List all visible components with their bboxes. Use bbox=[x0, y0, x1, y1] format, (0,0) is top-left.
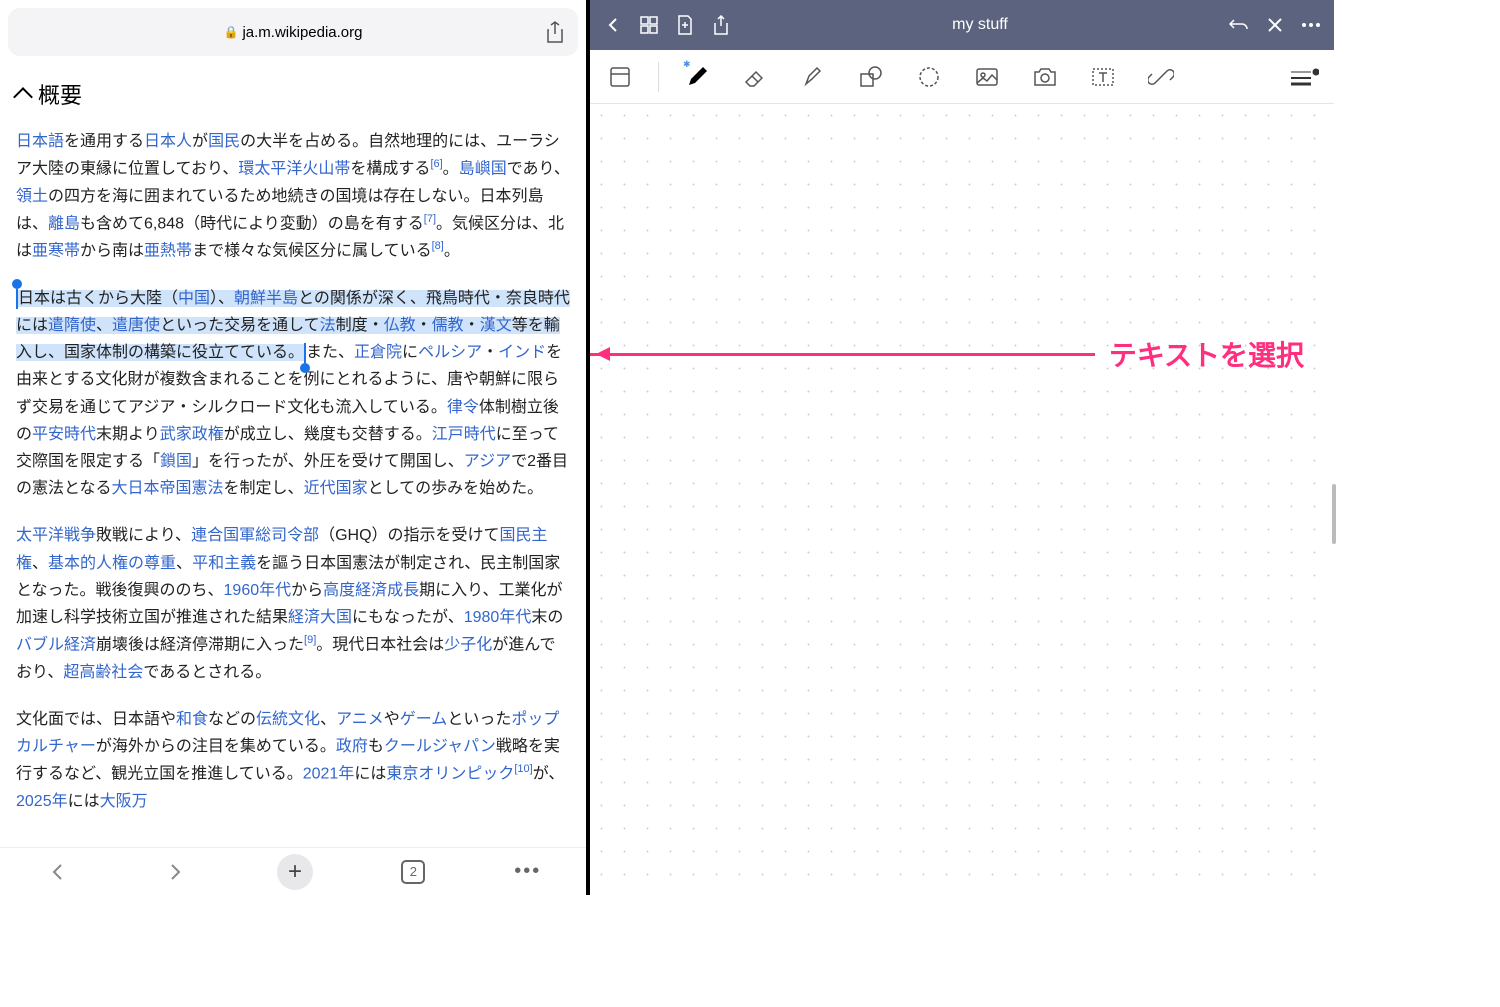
note-canvas[interactable]: テキストを選択 bbox=[590, 104, 1334, 895]
paragraph-3[interactable]: 太平洋戦争敗戦により、連合国軍総司令部（GHQ）の指示を受けて国民主権、基本的人… bbox=[16, 522, 570, 685]
safari-pane: 🔒 ja.m.wikipedia.org 概要 日本語を通用する日本人が国民の大… bbox=[0, 0, 590, 895]
address-bar[interactable]: 🔒 ja.m.wikipedia.org bbox=[8, 8, 578, 56]
eraser-tool[interactable] bbox=[735, 57, 775, 97]
share-icon[interactable] bbox=[546, 21, 564, 43]
document-title: my stuff bbox=[746, 16, 1214, 34]
notes-toolbar: ✱ bbox=[590, 50, 1334, 104]
camera-tool[interactable] bbox=[1025, 57, 1065, 97]
more-icon[interactable] bbox=[1300, 14, 1322, 36]
annotation-overlay: テキストを選択 bbox=[590, 334, 1304, 374]
stroke-settings[interactable] bbox=[1284, 57, 1324, 97]
lock-icon: 🔒 bbox=[223, 25, 238, 39]
arrow-icon bbox=[590, 353, 1095, 356]
paragraph-1[interactable]: 日本語を通用する日本人が国民の大半を占める。自然地理的には、ユーラシア大陸の東縁… bbox=[16, 128, 570, 265]
url-text: ja.m.wikipedia.org bbox=[242, 24, 362, 41]
section-title: 概要 bbox=[38, 78, 82, 110]
more-button[interactable]: ••• bbox=[514, 858, 542, 886]
add-page-icon[interactable] bbox=[674, 14, 696, 36]
selection-handle-start[interactable] bbox=[16, 289, 18, 309]
export-icon[interactable] bbox=[710, 14, 732, 36]
link-tool[interactable] bbox=[1141, 57, 1181, 97]
browser-toolbar: + 2 ••• bbox=[0, 847, 586, 895]
notes-topbar: my stuff bbox=[590, 0, 1334, 50]
section-header[interactable]: 概要 bbox=[16, 78, 570, 110]
forward-button[interactable] bbox=[161, 858, 189, 886]
paragraph-4[interactable]: 文化面では、日本語や和食などの伝統文化、アニメやゲームといったポップカルチャーが… bbox=[16, 706, 570, 815]
grid-icon[interactable] bbox=[638, 14, 660, 36]
readonly-tool[interactable] bbox=[600, 57, 640, 97]
text-tool[interactable] bbox=[1083, 57, 1123, 97]
shape-tool[interactable] bbox=[851, 57, 891, 97]
scrollbar[interactable] bbox=[1332, 484, 1336, 544]
notes-pane: my stuff ✱ テキストを選択 bbox=[590, 0, 1334, 895]
annotation-text: テキストを選択 bbox=[1109, 334, 1304, 374]
undo-icon[interactable] bbox=[1228, 14, 1250, 36]
new-tab-button[interactable]: + bbox=[277, 854, 313, 890]
chevron-up-icon bbox=[13, 87, 33, 107]
image-tool[interactable] bbox=[967, 57, 1007, 97]
article-content[interactable]: 概要 日本語を通用する日本人が国民の大半を占める。自然地理的には、ユーラシア大陸… bbox=[0, 64, 586, 847]
bluetooth-icon: ✱ bbox=[683, 59, 691, 70]
pen-tool[interactable]: ✱ bbox=[677, 57, 717, 97]
close-icon[interactable] bbox=[1264, 14, 1286, 36]
lasso-tool[interactable] bbox=[909, 57, 949, 97]
back-icon[interactable] bbox=[602, 14, 624, 36]
highlighter-tool[interactable] bbox=[793, 57, 833, 97]
paragraph-2[interactable]: 日本は古くから大陸（中国）、朝鮮半島との関係が深く、飛鳥時代・奈良時代には遣隋使… bbox=[16, 285, 570, 503]
tabs-button[interactable]: 2 bbox=[401, 860, 425, 884]
selection-handle-end[interactable] bbox=[304, 343, 306, 363]
back-button[interactable] bbox=[44, 858, 72, 886]
